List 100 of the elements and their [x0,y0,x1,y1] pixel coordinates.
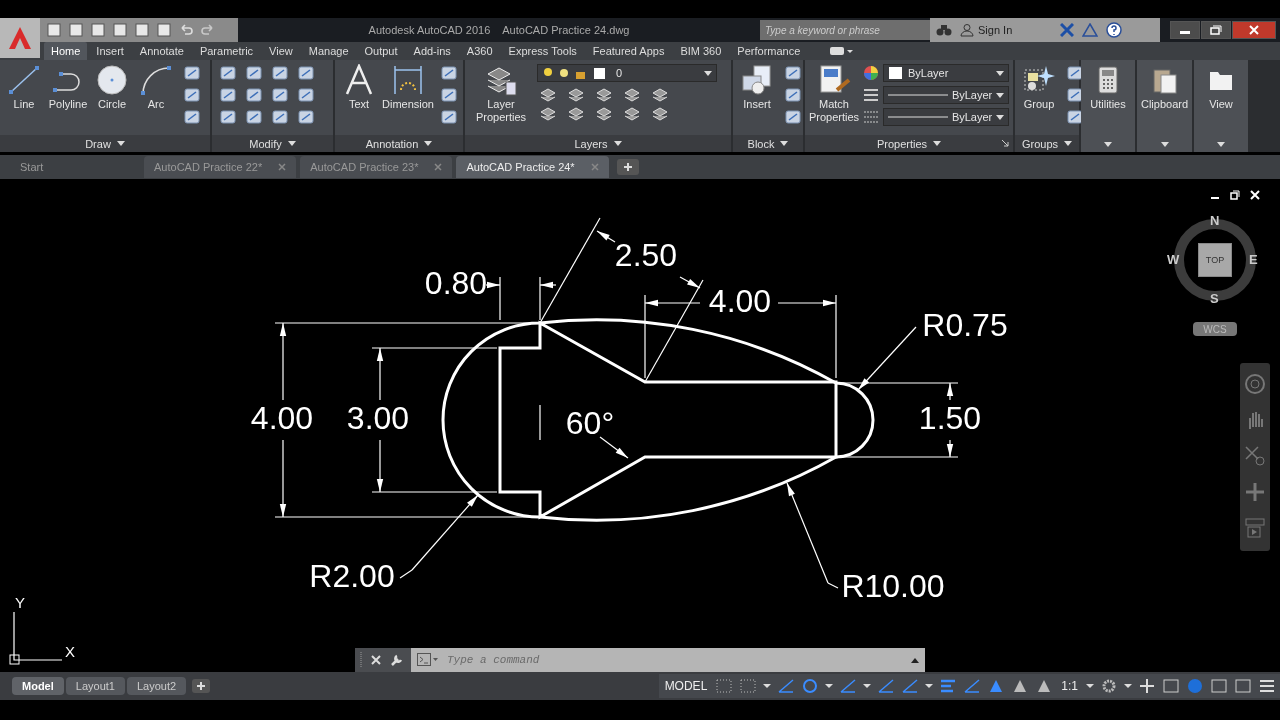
annotation-scale-button[interactable]: 1:1 [1059,679,1080,693]
close-button[interactable] [1232,21,1276,39]
layer-tool-icon[interactable] [623,106,641,122]
search-field[interactable]: Type a keyword or phrase [760,20,930,40]
showmotion-icon[interactable] [1244,517,1266,539]
panel-toggle-icon[interactable] [829,46,854,56]
zoom-icon[interactable] [1244,445,1266,467]
ribbon-tool-button[interactable]: Arc [136,64,176,111]
ribbon-tab[interactable]: View [262,42,300,60]
steering-wheel-icon[interactable] [1244,373,1266,395]
layer-tool-icon[interactable] [595,87,613,103]
triangle-icon[interactable] [1082,23,1099,37]
ribbon-tool-button[interactable]: Line [4,64,44,111]
ribbon-tab[interactable]: A360 [459,42,500,60]
document-tab[interactable]: AutoCAD Practice 24* [456,156,609,178]
help-icon[interactable] [1106,22,1123,38]
caret-icon[interactable] [116,141,125,146]
tool-icon[interactable] [783,108,803,126]
tool-icon[interactable] [182,108,202,126]
layer-tool-icon[interactable] [651,106,669,122]
tool-icon[interactable] [296,86,316,104]
tool-icon[interactable] [244,64,264,82]
gear-icon[interactable] [1100,678,1118,694]
command-field[interactable]: Type a command [445,648,905,672]
plus-icon[interactable] [1138,678,1156,694]
compass-label[interactable]: N [1210,213,1220,228]
ribbon-tab[interactable]: Performance [730,42,808,60]
document-tab[interactable]: Start [10,156,140,178]
ribbon-tab[interactable]: Featured Apps [585,42,672,60]
layout-tab[interactable]: Layout1 [65,677,125,695]
ribbon-tab[interactable]: Parametric [192,42,261,60]
tool-icon[interactable] [783,86,803,104]
ribbon-tool-button[interactable]: Match Properties [809,64,859,124]
ribbon-tool-button[interactable]: Dimension [383,64,433,111]
tool-icon[interactable] [439,86,459,104]
ribbon-panel-button[interactable]: Utilities [1081,60,1135,152]
caret-icon[interactable] [1064,141,1073,146]
linetype-icon[interactable] [863,110,879,124]
caret-icon[interactable] [613,141,622,146]
panel-title[interactable]: Properties [876,137,928,150]
dialog-launcher-icon[interactable] [1002,140,1009,147]
tool-icon[interactable] [270,108,290,126]
toolbar-icon[interactable] [112,22,128,38]
ribbon-panel-button[interactable]: View [1194,60,1248,152]
new-layout-icon[interactable] [192,679,211,693]
tool-icon[interactable] [270,86,290,104]
compass-label[interactable]: W [1167,252,1180,267]
compass-label[interactable]: E [1249,252,1258,267]
layout-tab[interactable]: Model [12,677,64,695]
ribbon-tab[interactable]: Insert [89,42,131,60]
ribbon-tool-button[interactable]: Circle [92,64,132,111]
restore-button[interactable] [1201,21,1231,39]
lineweight-icon[interactable] [939,678,958,694]
view-cube-face[interactable]: TOP [1198,243,1232,277]
polar-icon[interactable] [801,678,820,694]
caret-icon[interactable] [287,141,296,146]
linetype-dropdown[interactable]: ByLayer [883,108,1009,126]
caret-icon[interactable] [424,141,433,146]
ribbon-tab[interactable]: BIM 360 [673,42,729,60]
undo-icon[interactable] [178,22,194,38]
toolbar-icon[interactable] [90,22,106,38]
grip-icon[interactable] [359,652,363,668]
color-wheel-icon[interactable] [863,65,879,81]
layer-dropdown[interactable]: 0 [537,64,717,82]
caret-icon[interactable] [780,141,789,146]
panel-title[interactable]: Layers [574,137,608,150]
layer-tool-icon[interactable] [567,87,585,103]
wrench-icon[interactable] [389,653,403,667]
ribbon-tool-button[interactable]: Group [1019,64,1059,111]
ribbon-tab[interactable]: Output [357,42,405,60]
ribbon-tool-button[interactable]: Text [339,64,379,111]
tool-icon[interactable] [244,86,264,104]
command-prompt-button[interactable] [411,648,445,672]
model-space-button[interactable]: MODEL [662,679,710,693]
menu-icon[interactable] [1258,678,1276,694]
layer-tool-icon[interactable] [567,106,585,122]
tool-icon[interactable] [182,64,202,82]
tool-icon[interactable] [218,64,238,82]
binoculars-icon[interactable] [936,23,952,37]
toolbar-icon[interactable] [156,22,172,38]
ribbon-tab[interactable]: Add-ins [406,42,458,60]
application-menu-button[interactable] [0,18,40,58]
tool-icon[interactable] [439,108,459,126]
new-tab-icon[interactable] [616,159,639,175]
orbit-icon[interactable] [1244,481,1266,503]
tool-icon[interactable] [296,108,316,126]
tool-icon[interactable] [783,64,803,82]
layer-tool-icon[interactable] [651,87,669,103]
ribbon-tab[interactable]: Express Tools [501,42,584,60]
command-history-button[interactable] [905,648,925,672]
caret-icon[interactable] [933,141,942,146]
lineweight-dropdown[interactable]: ByLayer [883,86,1009,104]
ribbon-tab[interactable]: Home [44,42,88,60]
layer-tool-icon[interactable] [623,87,641,103]
layer-tool-icon[interactable] [539,106,557,122]
ribbon-tool-button[interactable]: Insert [737,64,777,111]
color-dropdown[interactable]: ByLayer [883,64,1009,82]
toolbar-icon[interactable] [68,22,84,38]
ribbon-tab[interactable]: Manage [301,42,356,60]
tool-icon[interactable] [296,64,316,82]
